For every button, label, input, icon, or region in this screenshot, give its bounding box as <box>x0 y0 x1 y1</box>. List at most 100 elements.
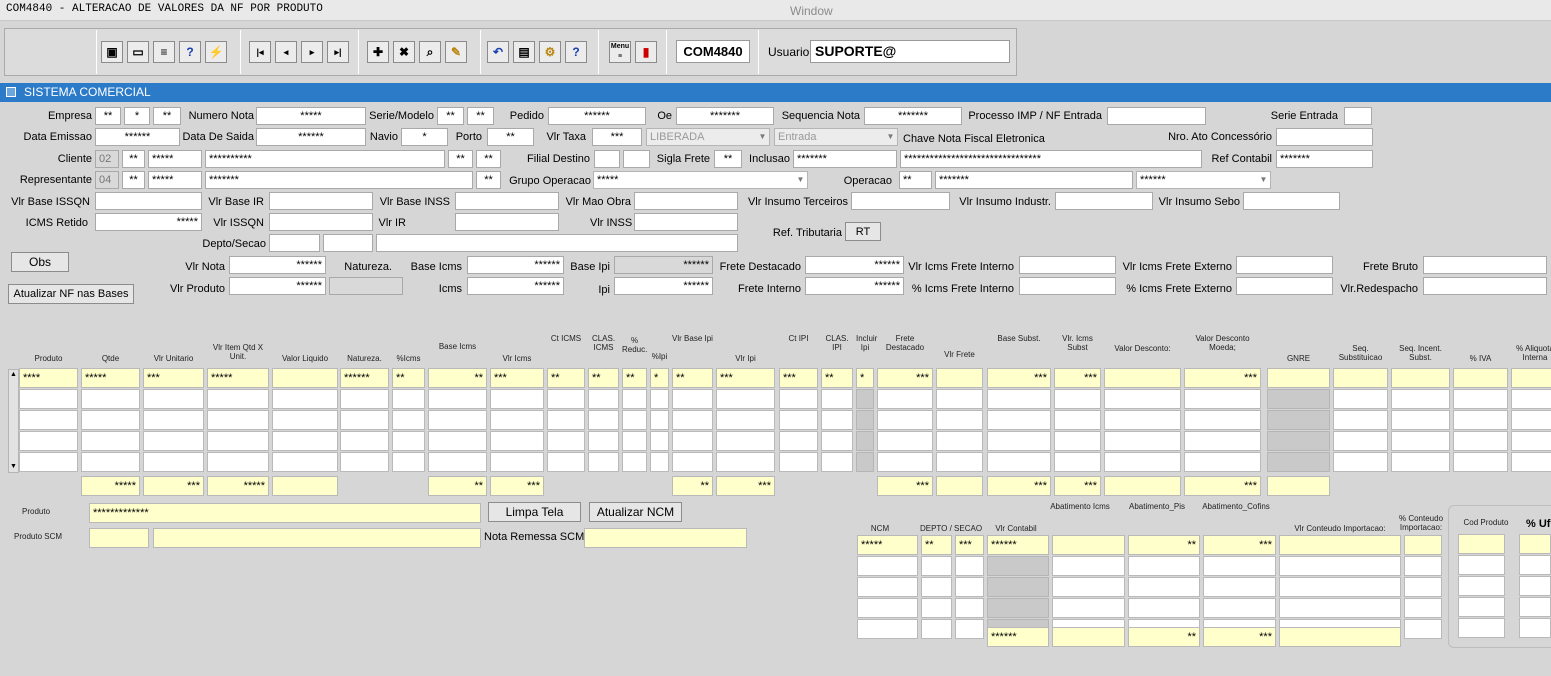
table-cell[interactable] <box>1184 431 1261 451</box>
total-cell[interactable]: *** <box>987 476 1051 496</box>
serie-field[interactable]: ** <box>437 107 464 125</box>
prev-record-icon[interactable]: ◂ <box>275 41 297 63</box>
cliente-field-6[interactable]: ** <box>476 150 501 168</box>
table-cell[interactable] <box>1333 431 1388 451</box>
table-cell[interactable]: *** <box>987 368 1051 388</box>
table-cell[interactable]: ** <box>392 368 425 388</box>
frete-bruto-field[interactable] <box>1423 256 1547 274</box>
vlr-icms-frete-externo-field[interactable] <box>1236 256 1333 274</box>
total-cell[interactable] <box>936 476 983 496</box>
atualizar-ncm-button[interactable]: Atualizar NCM <box>589 502 682 522</box>
table-cell[interactable] <box>272 452 338 472</box>
help-query-icon[interactable]: ? <box>179 41 201 63</box>
ncm-cell[interactable]: *** <box>955 535 984 555</box>
vlr-insumo-terceiros-field[interactable] <box>851 192 950 210</box>
table-cell[interactable] <box>856 452 874 472</box>
pct-uf-cell[interactable] <box>1519 555 1551 575</box>
vlr-base-issqn-field[interactable] <box>95 192 202 210</box>
pct-uf-cell[interactable] <box>1519 576 1551 596</box>
table-cell[interactable] <box>622 389 647 409</box>
data-saida-field[interactable]: ****** <box>256 128 366 146</box>
table-cell[interactable] <box>19 431 78 451</box>
ncm-cell[interactable] <box>955 577 984 597</box>
total-cell[interactable]: ***** <box>207 476 269 496</box>
table-cell[interactable] <box>143 410 204 430</box>
ncm-cell[interactable] <box>955 556 984 576</box>
table-cell[interactable] <box>622 431 647 451</box>
table-cell[interactable] <box>821 389 853 409</box>
table-cell[interactable] <box>547 452 585 472</box>
table-cell[interactable]: ** <box>428 368 487 388</box>
secao-field[interactable] <box>323 234 373 252</box>
table-cell[interactable]: ** <box>588 368 619 388</box>
table-cell[interactable] <box>428 452 487 472</box>
search-icon[interactable]: ⌕ <box>419 41 441 63</box>
total-cell[interactable]: *** <box>1054 476 1101 496</box>
ncm-cell[interactable] <box>921 619 952 639</box>
table-cell[interactable] <box>1267 410 1330 430</box>
table-cell[interactable] <box>207 452 269 472</box>
clipboard-icon[interactable]: ▤ <box>513 41 535 63</box>
representante-field-1[interactable]: 04 <box>95 171 119 189</box>
table-cell[interactable] <box>1333 452 1388 472</box>
pct-icms-frete-interno-field[interactable] <box>1019 277 1116 295</box>
table-cell[interactable] <box>821 431 853 451</box>
pct-uf-cell[interactable] <box>1519 534 1551 554</box>
delete-record-icon[interactable]: ✖ <box>393 41 415 63</box>
total-cell[interactable] <box>272 476 338 496</box>
natureza-field[interactable] <box>329 277 403 295</box>
ncm-cell[interactable] <box>857 577 918 597</box>
empresa-field-1[interactable]: ** <box>95 107 121 125</box>
ncm-cell[interactable]: ** <box>921 535 952 555</box>
vlr-inss-field[interactable] <box>634 213 738 231</box>
table-cell[interactable] <box>1054 410 1101 430</box>
table-cell[interactable] <box>19 452 78 472</box>
produto-scm-desc-field[interactable] <box>153 528 481 548</box>
table-cell[interactable] <box>392 410 425 430</box>
insert-record-icon[interactable]: ✚ <box>367 41 389 63</box>
table-cell[interactable] <box>821 452 853 472</box>
table-cell[interactable] <box>143 389 204 409</box>
ncm-cell[interactable] <box>1404 598 1442 618</box>
cliente-field-1[interactable]: 02 <box>95 150 119 168</box>
total-cell[interactable]: ** <box>428 476 487 496</box>
table-cell[interactable] <box>987 431 1051 451</box>
table-cell[interactable] <box>936 431 983 451</box>
table-cell[interactable] <box>1333 368 1388 388</box>
table-cell[interactable] <box>1267 368 1330 388</box>
tools-icon[interactable]: ⚙ <box>539 41 561 63</box>
limpa-tela-button[interactable]: Limpa Tela <box>488 502 581 522</box>
table-cell[interactable] <box>716 431 775 451</box>
table-cell[interactable] <box>272 389 338 409</box>
table-cell[interactable] <box>1104 410 1181 430</box>
table-cell[interactable]: ***** <box>81 368 140 388</box>
representante-name-field[interactable]: ******* <box>205 171 473 189</box>
table-cell[interactable] <box>490 431 544 451</box>
ncm-cell[interactable] <box>1128 556 1200 576</box>
table-cell[interactable] <box>81 452 140 472</box>
table-cell[interactable] <box>143 431 204 451</box>
table-cell[interactable] <box>588 431 619 451</box>
table-cell[interactable] <box>779 389 818 409</box>
filial-destino-field-1[interactable] <box>594 150 620 168</box>
table-cell[interactable]: ** <box>672 368 713 388</box>
table-cell[interactable] <box>622 452 647 472</box>
table-cell[interactable] <box>856 410 874 430</box>
sequencia-nota-field[interactable]: ******* <box>864 107 962 125</box>
table-cell[interactable]: *** <box>779 368 818 388</box>
table-cell[interactable] <box>1391 368 1450 388</box>
last-record-icon[interactable]: ▸| <box>327 41 349 63</box>
ncm-cell[interactable]: *** <box>1203 535 1276 555</box>
table-cell[interactable] <box>1333 389 1388 409</box>
sigla-frete-field[interactable]: ** <box>714 150 742 168</box>
ref-contabil-field[interactable]: ******* <box>1276 150 1373 168</box>
table-cell[interactable] <box>1104 368 1181 388</box>
table-cell[interactable]: ** <box>547 368 585 388</box>
exit-icon[interactable]: ▮ <box>635 41 657 63</box>
empresa-field-3[interactable]: ** <box>153 107 181 125</box>
table-cell[interactable] <box>392 431 425 451</box>
ncm-cell[interactable] <box>987 577 1049 597</box>
table-cell[interactable] <box>340 410 389 430</box>
table-cell[interactable] <box>716 452 775 472</box>
table-cell[interactable] <box>672 410 713 430</box>
